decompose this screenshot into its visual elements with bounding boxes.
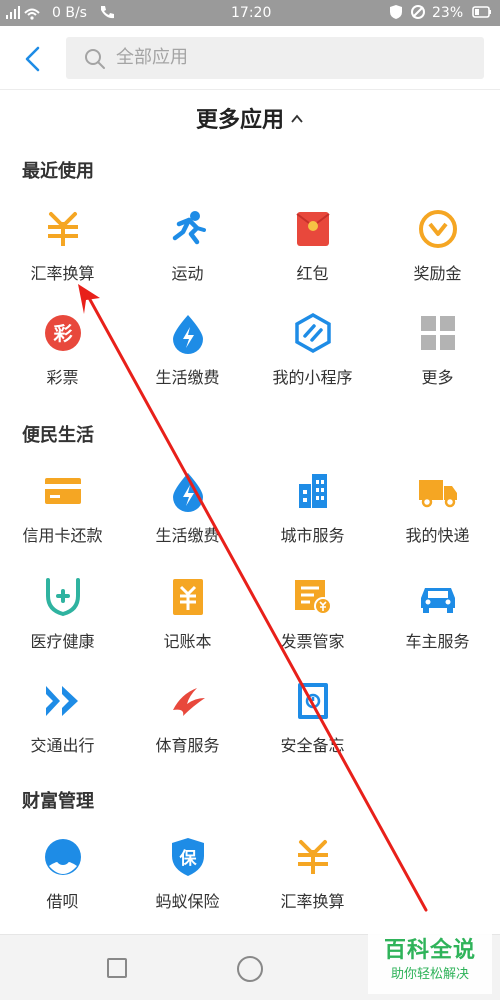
app-label: 发票管家 (280, 632, 345, 651)
app-safe-memo[interactable]: 安全备忘 (250, 680, 375, 776)
app-utility-payment[interactable]: 生活缴费 (125, 470, 250, 566)
recent-apps-button[interactable] (107, 958, 127, 978)
app-exchange-rate[interactable]: 汇率换算 (250, 836, 375, 932)
jiebei-icon (45, 839, 81, 875)
network-speed: 0 B/s (52, 5, 87, 21)
app-sports[interactable]: 体育服务 (125, 680, 250, 776)
watermark-title: 百科全说 (383, 938, 476, 963)
app-label: 运动 (171, 264, 204, 283)
app-label: 奖励金 (413, 264, 462, 283)
svg-text:保: 保 (179, 848, 198, 869)
app-delivery[interactable]: 我的快递 (375, 470, 500, 566)
app-account-book[interactable]: 记账本 (125, 576, 250, 672)
app-car-owner[interactable]: 车主服务 (375, 576, 500, 672)
app-label: 安全备忘 (280, 736, 345, 755)
mute-icon (410, 4, 426, 25)
app-label: 交通出行 (30, 736, 95, 755)
more-apps-toggle[interactable]: 更多应用 (0, 106, 500, 136)
app-label: 生活缴费 (155, 526, 220, 545)
app-credit-card[interactable]: 信用卡还款 (0, 470, 125, 566)
app-label: 更多 (421, 368, 454, 387)
app-label: 信用卡还款 (22, 526, 103, 545)
clock: 17:20 (231, 5, 272, 21)
car-owner-icon (421, 588, 455, 613)
app-reward[interactable]: 奖励金 (375, 208, 500, 304)
app-label: 蚂蚁保险 (155, 892, 220, 911)
watermark: 百科全说 助你轻松解决 (368, 934, 492, 994)
app-insurance[interactable]: 保 蚂蚁保险 (125, 836, 250, 932)
app-city-service[interactable]: 城市服务 (250, 470, 375, 566)
app-red-envelope[interactable]: 红包 (250, 208, 375, 304)
app-label: 医疗健康 (30, 632, 95, 651)
home-button[interactable] (237, 956, 263, 982)
app-transport[interactable]: 交通出行 (0, 680, 125, 776)
account-book-icon (173, 579, 203, 615)
section-title-recent: 最近使用 (22, 161, 94, 182)
app-label: 我的快递 (405, 526, 470, 545)
app-label: 红包 (296, 264, 329, 283)
app-label: 生活缴费 (155, 368, 220, 387)
app-label: 汇率换算 (280, 892, 345, 911)
insurance-shield-icon: 保 (172, 838, 204, 876)
exchange-rate-icon (48, 212, 78, 246)
app-more[interactable]: 更多 (375, 312, 500, 408)
credit-card-icon (45, 478, 81, 504)
app-label: 城市服务 (280, 526, 345, 545)
app-label: 借呗 (46, 892, 79, 911)
app-sport[interactable]: 运动 (125, 208, 250, 304)
signal-icon (6, 4, 40, 25)
utility-payment-icon (173, 473, 203, 512)
watermark-subtitle: 助你轻松解决 (390, 967, 469, 982)
lottery-icon: 彩 (45, 315, 81, 351)
app-lottery[interactable]: 彩 彩票 (0, 312, 125, 408)
more-apps-title: 更多应用 (195, 108, 284, 133)
red-envelope-icon (296, 212, 330, 246)
utility-payment-icon (173, 315, 203, 354)
app-medical[interactable]: 医疗健康 (0, 576, 125, 672)
reward-icon (419, 210, 457, 248)
invoice-icon (295, 580, 332, 615)
app-label: 车主服务 (405, 632, 470, 651)
section-title-wealth: 财富管理 (22, 791, 94, 812)
back-button[interactable] (14, 42, 50, 76)
app-exchange-rate[interactable]: 汇率换算 (0, 208, 125, 304)
battery-icon (472, 4, 492, 25)
search-input[interactable]: 全部应用 (66, 37, 484, 79)
app-label: 记账本 (163, 632, 212, 651)
app-mini-program[interactable]: 我的小程序 (250, 312, 375, 408)
app-jiebei[interactable]: 借呗 (0, 836, 125, 932)
app-label: 体育服务 (155, 736, 220, 755)
exchange-rate-icon (298, 840, 328, 874)
sports-icon (173, 688, 205, 716)
delivery-truck-icon (419, 480, 457, 508)
search-placeholder: 全部应用 (116, 47, 188, 68)
app-invoice[interactable]: 发票管家 (250, 576, 375, 672)
running-icon (172, 211, 206, 245)
medical-health-icon (46, 578, 80, 617)
hd-call-icon (98, 4, 116, 25)
status-bar: 0 B/s 17:20 23% (0, 0, 500, 26)
top-bar: 全部应用 (0, 26, 500, 90)
vpn-shield-icon (388, 4, 404, 25)
battery-level: 23% (432, 5, 464, 21)
search-icon (85, 49, 105, 69)
chevron-up-icon (291, 114, 303, 123)
mini-program-icon (295, 312, 331, 354)
back-arrow-icon (25, 46, 40, 72)
app-label: 汇率换算 (30, 264, 95, 283)
app-label: 彩票 (46, 368, 79, 387)
safe-memo-icon (298, 683, 328, 719)
app-label: 我的小程序 (272, 368, 353, 387)
app-utility-payment[interactable]: 生活缴费 (125, 312, 250, 408)
more-grid-icon (421, 316, 455, 350)
city-service-icon (299, 474, 327, 508)
transport-icon (46, 686, 78, 716)
section-title-convenience: 便民生活 (22, 425, 94, 446)
svg-text:彩: 彩 (52, 323, 72, 345)
